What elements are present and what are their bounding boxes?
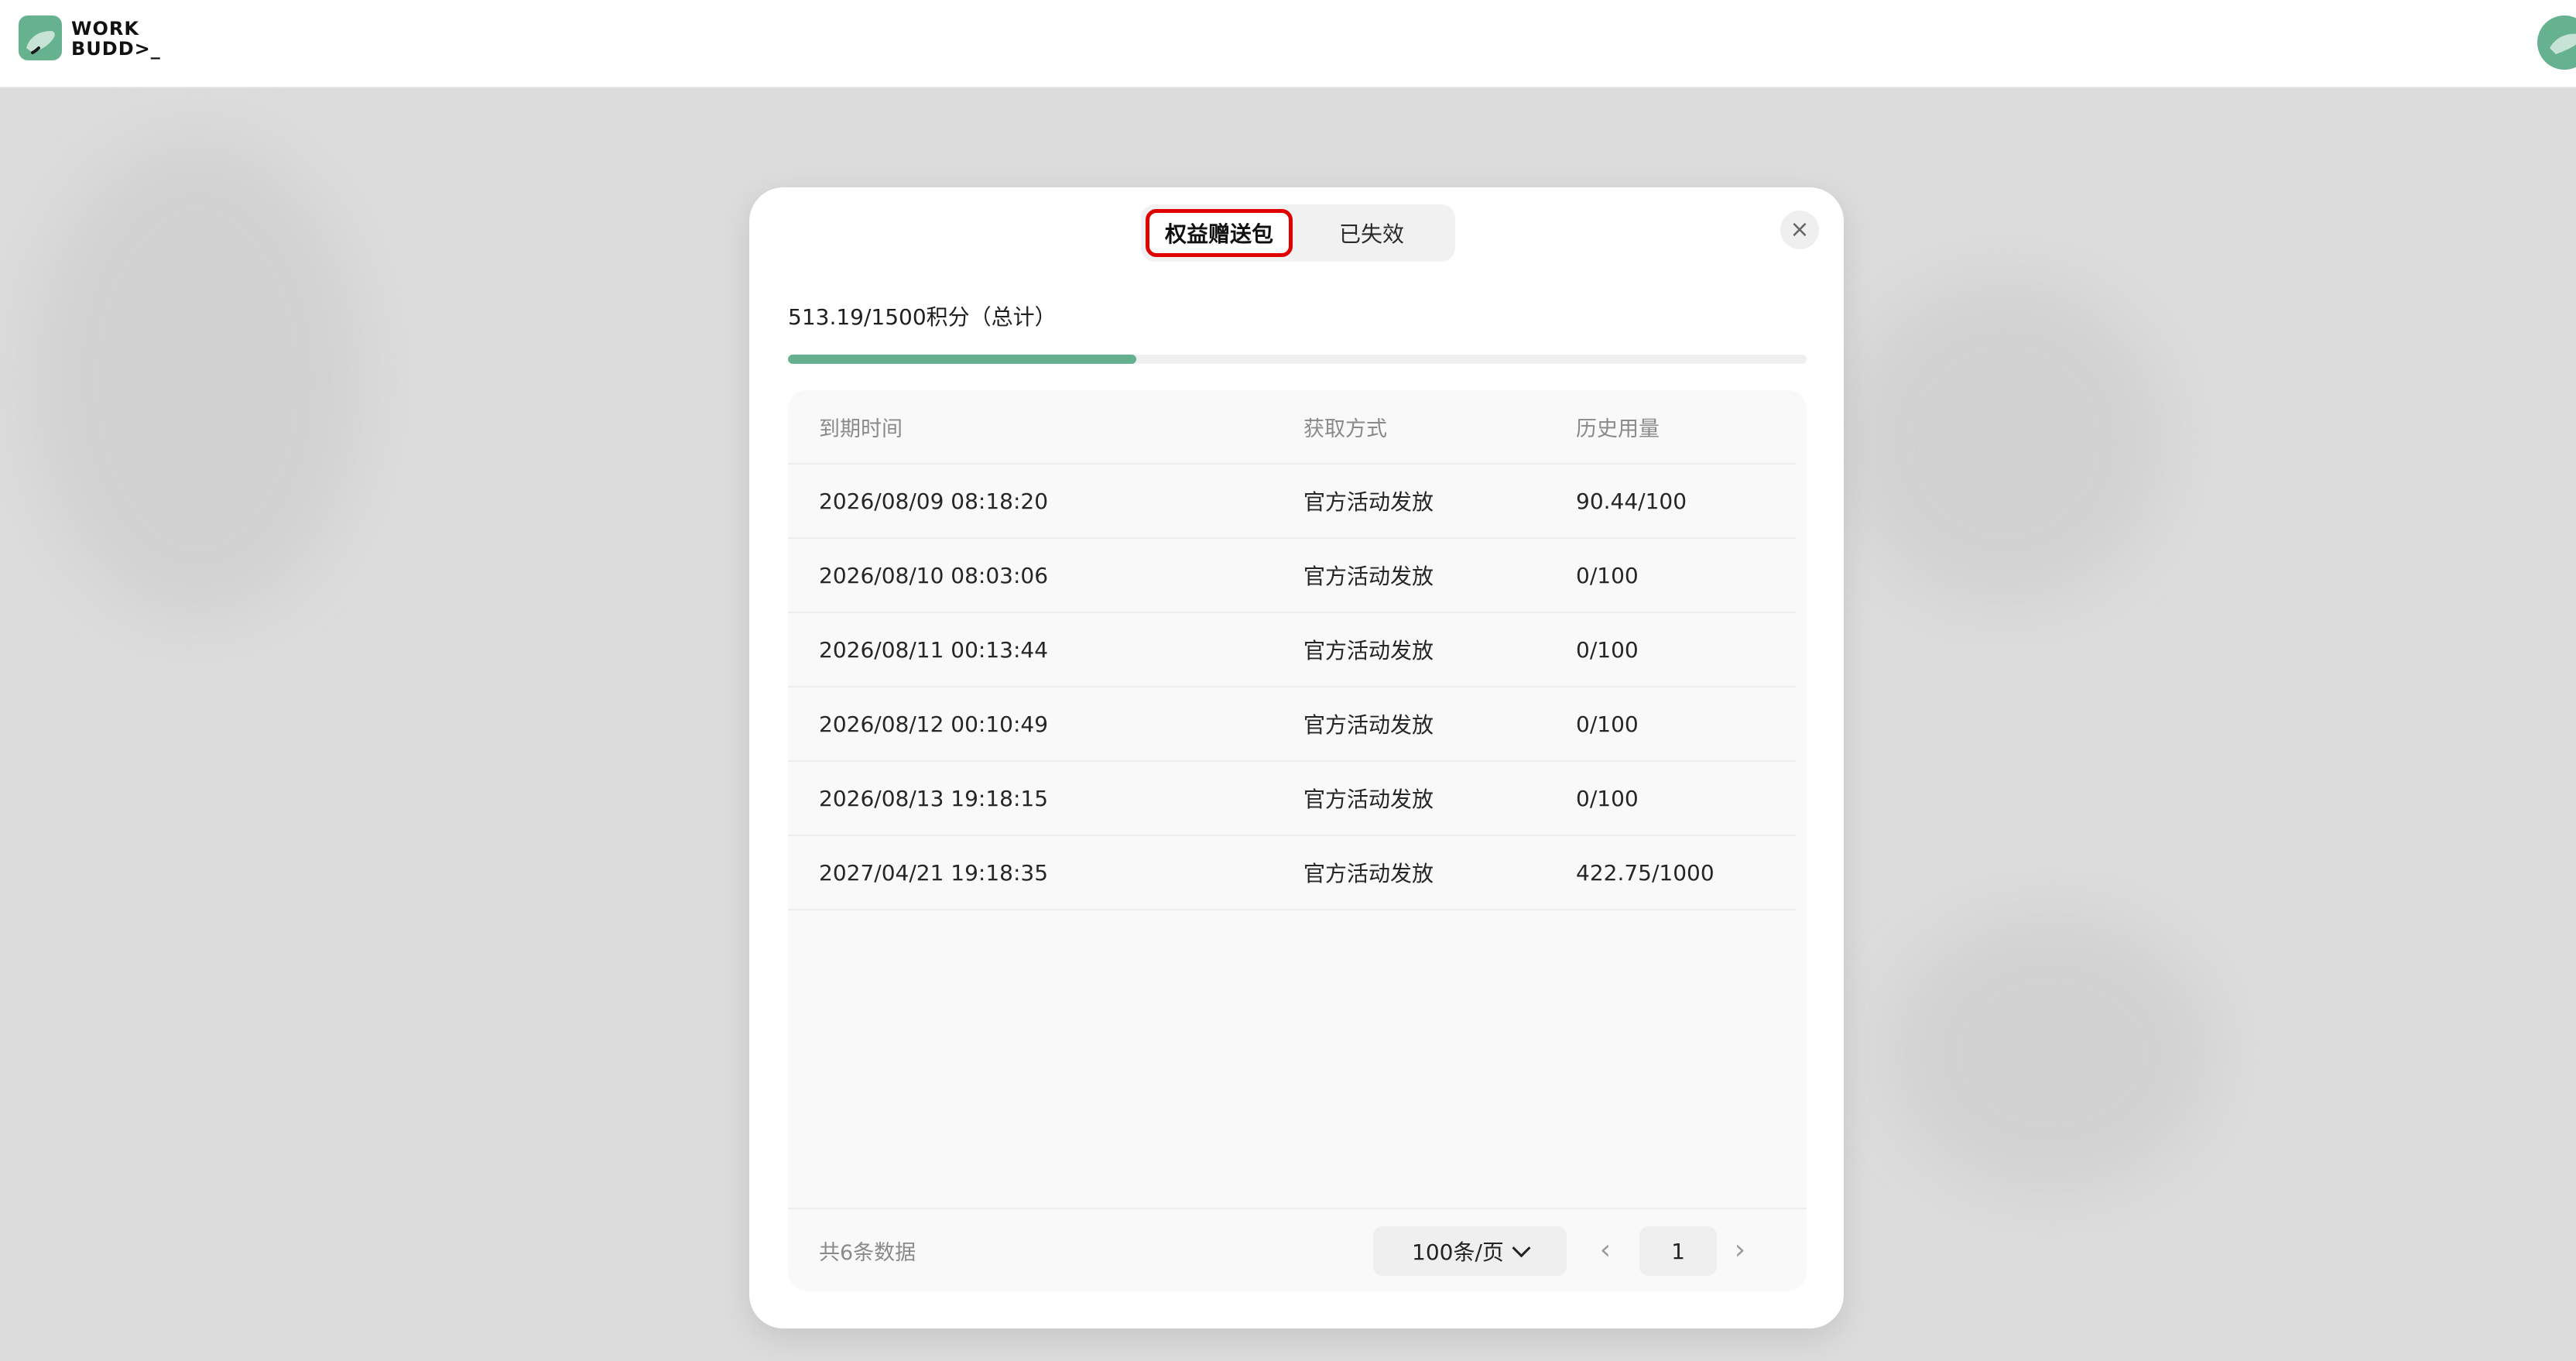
top-app-bar: WORK BUDD>_ bbox=[0, 0, 2576, 88]
background-blur bbox=[1842, 279, 2167, 604]
table-row: 2026/08/13 19:18:15 官方活动发放 0/100 bbox=[788, 762, 1796, 836]
table-row: 2027/04/21 19:18:35 官方活动发放 422.75/1000 bbox=[788, 836, 1796, 910]
page-size-label: 100条/页 bbox=[1412, 1239, 1504, 1265]
page-size-select[interactable]: 100条/页 bbox=[1373, 1226, 1567, 1276]
cell-acquisition-method: 官方活动发放 bbox=[1303, 861, 1434, 886]
brand[interactable]: WORK BUDD>_ bbox=[15, 14, 161, 63]
background-blur bbox=[31, 139, 364, 619]
cell-history-usage: 0/100 bbox=[1576, 785, 1639, 811]
cell-expiry-time: 2026/08/09 08:18:20 bbox=[819, 488, 1049, 514]
cell-history-usage: 0/100 bbox=[1576, 636, 1639, 663]
pagination-prev-button[interactable]: ‹ bbox=[1590, 1232, 1621, 1267]
cell-expiry-time: 2027/04/21 19:18:35 bbox=[819, 859, 1049, 886]
pagination-next-button[interactable]: › bbox=[1725, 1232, 1756, 1267]
table-row: 2026/08/10 08:03:06 官方活动发放 0/100 bbox=[788, 539, 1796, 613]
cell-expiry-time: 2026/08/13 19:18:15 bbox=[819, 785, 1049, 811]
close-icon: × bbox=[1790, 216, 1810, 243]
cell-acquisition-method: 官方活动发放 bbox=[1303, 712, 1434, 738]
points-summary: 513.19/1500积分（总计） bbox=[788, 304, 1057, 330]
table-header-row: 到期时间 获取方式 历史用量 bbox=[788, 390, 1796, 465]
table-row: 2026/08/11 00:13:44 官方活动发放 0/100 bbox=[788, 613, 1796, 687]
cell-acquisition-method: 官方活动发放 bbox=[1303, 489, 1434, 515]
table-footer: 共6条数据 100条/页 ‹ 1 › bbox=[788, 1208, 1807, 1291]
cell-history-usage: 0/100 bbox=[1576, 562, 1639, 588]
tab-benefit-gift-pack[interactable]: 权益赠送包 bbox=[1146, 209, 1293, 257]
cell-acquisition-method: 官方活动发放 bbox=[1303, 564, 1434, 589]
current-page[interactable]: 1 bbox=[1639, 1226, 1717, 1276]
header-acquisition-method: 获取方式 bbox=[1303, 417, 1387, 441]
total-count: 共6条数据 bbox=[819, 1241, 916, 1265]
cell-history-usage: 90.44/100 bbox=[1576, 488, 1687, 514]
cell-history-usage: 0/100 bbox=[1576, 711, 1639, 737]
points-table: 到期时间 获取方式 历史用量 2026/08/09 08:18:20 官方活动发… bbox=[788, 390, 1807, 1291]
cell-acquisition-method: 官方活动发放 bbox=[1303, 787, 1434, 812]
avatar[interactable] bbox=[2536, 14, 2576, 71]
header-expiry-time: 到期时间 bbox=[819, 417, 903, 441]
cell-expiry-time: 2026/08/11 00:13:44 bbox=[819, 636, 1049, 663]
dialog-tabs: 权益赠送包 已失效 bbox=[1141, 204, 1455, 262]
chevron-left-icon: ‹ bbox=[1599, 1233, 1612, 1266]
avatar-icon bbox=[2537, 15, 2576, 70]
table-row: 2026/08/12 00:10:49 官方活动发放 0/100 bbox=[788, 687, 1796, 762]
points-progress bbox=[788, 355, 1807, 364]
header-history-usage: 历史用量 bbox=[1576, 417, 1660, 441]
table-row: 2026/08/09 08:18:20 官方活动发放 90.44/100 bbox=[788, 465, 1796, 539]
points-progress-fill bbox=[788, 355, 1137, 364]
chevron-down-icon bbox=[1512, 1238, 1531, 1257]
close-button[interactable]: × bbox=[1780, 211, 1819, 249]
benefits-dialog: 权益赠送包 已失效 × 513.19/1500积分（总计） 到期时间 获取方式 … bbox=[749, 187, 1844, 1328]
brand-wordmark: WORK BUDD>_ bbox=[71, 18, 161, 60]
chevron-right-icon: › bbox=[1734, 1233, 1746, 1266]
cell-acquisition-method: 官方活动发放 bbox=[1303, 638, 1434, 663]
brand-logo-icon bbox=[15, 14, 65, 63]
cell-history-usage: 422.75/1000 bbox=[1576, 859, 1714, 886]
background-blur bbox=[1889, 914, 2214, 1192]
cell-expiry-time: 2026/08/10 08:03:06 bbox=[819, 562, 1049, 588]
cell-expiry-time: 2026/08/12 00:10:49 bbox=[819, 711, 1049, 737]
tab-expired[interactable]: 已失效 bbox=[1293, 209, 1451, 257]
